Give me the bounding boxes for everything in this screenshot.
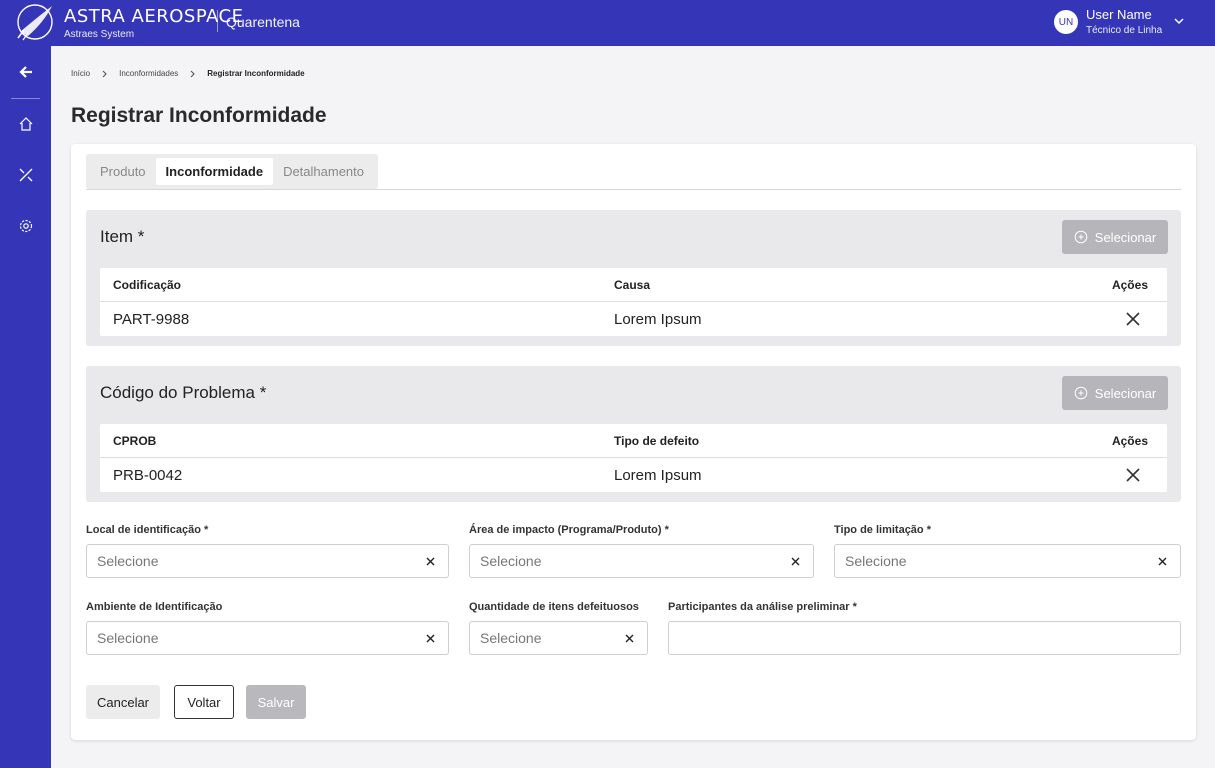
column-header: CPROB [113,434,157,448]
table-cell: PART-9988 [113,311,190,328]
avatar[interactable]: UN [1054,10,1078,34]
remove-icon[interactable] [1125,311,1141,327]
tipo-label: Tipo de limitação * [834,524,931,536]
top-bar: ASTRA AEROSPACE Astraes System Quarenten… [0,0,1215,46]
breadcrumb-current: Registrar Inconformidade [207,69,305,78]
local-select[interactable]: Selecione [86,544,449,578]
column-header: Ações [1111,278,1148,292]
sidebar-divider [11,98,40,99]
save-button[interactable]: Salvar [246,685,306,719]
ambiente-label: Ambiente de Identificação [86,601,223,613]
form-card: Produto Inconformidade Detalhamento Item… [71,144,1196,740]
table-cell: Lorem Ipsum [614,467,702,484]
table-header: Codificação Causa Ações [100,268,1167,302]
chevron-right-icon [178,70,207,78]
participantes-label: Participantes da análise preliminar * [668,601,857,613]
clear-icon[interactable] [624,633,635,644]
clear-icon[interactable] [425,633,436,644]
quantidade-label: Quantidade de itens defeituosos [469,601,639,613]
local-label: Local de identificação * [86,524,209,536]
item-select-button[interactable]: Selecionar [1062,220,1168,254]
chevron-down-icon[interactable] [1172,14,1186,28]
cancel-button[interactable]: Cancelar [86,685,160,719]
local-placeholder: Selecione [97,553,159,569]
tipo-select[interactable]: Selecione [834,544,1181,578]
item-select-label: Selecionar [1094,229,1157,245]
item-section-title: Item * [100,227,145,246]
tabs-divider [86,189,1181,190]
ambiente-select[interactable]: Selecione [86,621,449,655]
column-header: Ações [1111,434,1148,448]
area-placeholder: Selecione [480,553,542,569]
area-select[interactable]: Selecione [469,544,814,578]
brand-divider [217,10,218,32]
sidebar [0,46,51,768]
problem-table: CPROB Tipo de defeito Ações PRB-0042 Lor… [100,424,1167,492]
ambiente-placeholder: Selecione [97,630,159,646]
breadcrumb-inconformidades[interactable]: Inconformidades [119,69,178,78]
quantidade-select[interactable]: Selecione [469,621,648,655]
column-header: Tipo de defeito [614,434,700,448]
plus-circle-icon [1074,230,1088,244]
table-cell: PRB-0042 [113,467,183,484]
column-header: Codificação [113,278,182,292]
table-cell: Lorem Ipsum [614,311,702,328]
tab-inconformidade[interactable]: Inconformidade [155,158,274,185]
table-row: PRB-0042 Lorem Ipsum [100,458,1167,492]
quantidade-placeholder: Selecione [480,630,542,646]
tab-bar: Produto Inconformidade Detalhamento [86,154,379,189]
participantes-input[interactable] [668,621,1181,655]
column-header: Causa [614,278,651,292]
back-button[interactable]: Voltar [174,685,234,719]
tools-icon [19,168,32,182]
tab-detalhamento[interactable]: Detalhamento [273,158,374,185]
clear-icon[interactable] [425,556,436,567]
table-header: CPROB Tipo de defeito Ações [100,424,1167,458]
problem-section-title: Código do Problema * [100,383,267,402]
home-icon [19,117,32,131]
user-role: Técnico de Linha [1086,25,1163,36]
table-row: PART-9988 Lorem Ipsum [100,302,1167,336]
remove-icon[interactable] [1125,467,1141,483]
sidebar-item-home[interactable] [0,104,51,144]
item-section: Item * Selecionar Codificação Causa Açõe… [86,210,1181,346]
breadcrumb: Início Inconformidades Registrar Inconfo… [71,69,305,78]
rocket-logo-icon [17,4,53,41]
clear-icon[interactable] [1157,556,1168,567]
sidebar-item-settings[interactable] [0,206,51,246]
problem-select-label: Selecionar [1094,385,1157,401]
breadcrumb-home[interactable]: Início [71,69,90,78]
area-label: Área de impacto (Programa/Produto) * [469,524,669,536]
arrow-left-icon [18,66,32,78]
user-name[interactable]: User Name [1086,7,1152,22]
clear-icon[interactable] [790,556,801,567]
item-table: Codificação Causa Ações PART-9988 Lorem … [100,268,1167,336]
tipo-placeholder: Selecione [845,553,907,569]
problem-select-button[interactable]: Selecionar [1062,376,1168,410]
plus-circle-icon [1074,386,1088,400]
gear-icon [19,219,32,233]
module-name: Quarentena [226,14,300,30]
chevron-right-icon [90,70,119,78]
sidebar-back-button[interactable] [0,52,51,92]
sidebar-item-tools[interactable] [0,155,51,195]
problem-section: Código do Problema * Selecionar CPROB Ti… [86,366,1181,502]
tab-produto[interactable]: Produto [90,158,156,185]
page-title: Registrar Inconformidade [71,104,327,127]
